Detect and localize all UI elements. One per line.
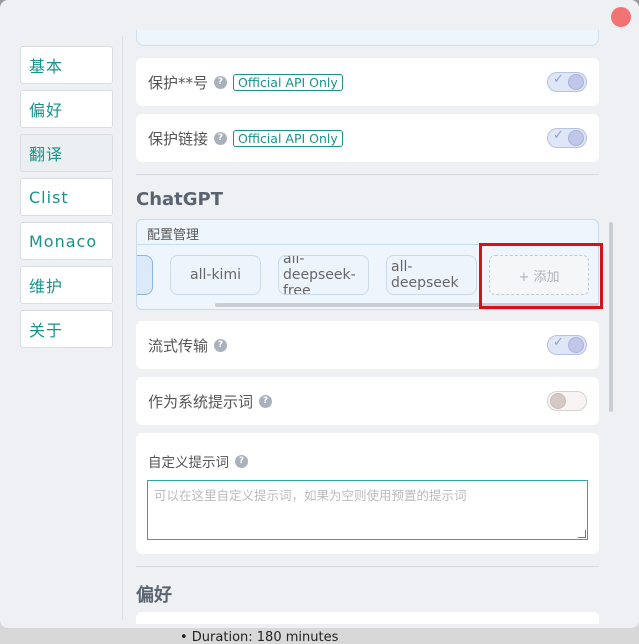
toggle-knob xyxy=(568,130,584,146)
question-circle-icon[interactable]: ? xyxy=(214,338,228,352)
model-card[interactable]: all-deepseek xyxy=(386,255,477,295)
check-icon: ✓ xyxy=(553,72,564,87)
section-divider xyxy=(136,566,599,567)
custom-prompt-card: 自定义提示词 ? 可以在这里自定义提示词，如果为空则使用预置的提示词 xyxy=(136,433,599,554)
toggle-knob xyxy=(568,337,584,353)
setting-row-protect-link: 保护链接 ? Official API Only ✓ xyxy=(136,114,599,162)
question-circle-icon[interactable]: ? xyxy=(214,75,228,89)
settings-main-panel: 保护**号 ? Official API Only ✓ 保护链接 ? Offic… xyxy=(136,0,599,628)
setting-row-system-prompt: 作为系统提示词 ? xyxy=(136,377,599,425)
sidebar-item-monaco[interactable]: Monaco xyxy=(20,222,113,260)
sidebar-nav: 基本 偏好 翻译 Clist Monaco 维护 关于 xyxy=(20,46,113,354)
sidebar-item-preferences[interactable]: 偏好 xyxy=(20,90,113,128)
config-management-title: 配置管理 xyxy=(147,228,200,243)
settings-window: 基本 偏好 翻译 Clist Monaco 维护 关于 保护**号 ? Offi… xyxy=(0,0,639,628)
setting-label: 作为系统提示词 xyxy=(148,392,254,411)
section-title-chatgpt: ChatGPT xyxy=(136,189,224,210)
protect-number-toggle[interactable]: ✓ xyxy=(547,72,587,92)
sidebar-item-maintenance[interactable]: 维护 xyxy=(20,266,113,304)
stream-toggle[interactable]: ✓ xyxy=(547,335,587,355)
sidebar-item-about[interactable]: 关于 xyxy=(20,310,113,348)
model-card[interactable]: all-kimi xyxy=(170,255,261,295)
close-icon[interactable] xyxy=(611,7,631,27)
setting-label: 保护链接 xyxy=(148,129,209,148)
sidebar-item-clist[interactable]: Clist xyxy=(20,178,113,216)
sidebar-item-translate[interactable]: 翻译 xyxy=(20,134,113,172)
check-icon: ✓ xyxy=(553,335,564,350)
previous-setting-card xyxy=(136,30,599,46)
official-api-badge: Official API Only xyxy=(233,73,343,91)
setting-row-stream: 流式传输 ? ✓ xyxy=(136,321,599,369)
setting-label: 流式传输 xyxy=(148,336,209,355)
question-circle-icon[interactable]: ? xyxy=(235,454,248,468)
setting-row-protect-number: 保护**号 ? Official API Only ✓ xyxy=(136,58,599,106)
toggle-knob xyxy=(568,74,584,90)
vertical-scrollbar[interactable] xyxy=(609,222,613,412)
highlight-box xyxy=(479,243,603,309)
setting-label: 自定义提示词 xyxy=(148,455,229,471)
official-api-badge: Official API Only xyxy=(233,129,343,147)
model-card[interactable]: all-deepseek-free xyxy=(278,255,369,295)
resize-handle-icon[interactable] xyxy=(578,530,586,538)
section-divider xyxy=(136,174,599,175)
question-circle-icon[interactable]: ? xyxy=(259,394,273,408)
question-circle-icon[interactable]: ? xyxy=(214,131,228,145)
protect-link-toggle[interactable]: ✓ xyxy=(547,128,587,148)
section-title-preferences: 偏好 xyxy=(136,585,172,606)
toggle-knob xyxy=(550,393,566,409)
setting-label: 保护**号 xyxy=(148,73,209,92)
system-prompt-toggle[interactable] xyxy=(547,391,587,411)
custom-prompt-textarea[interactable]: 可以在这里自定义提示词，如果为空则使用预置的提示词 xyxy=(147,480,588,540)
custom-prompt-label-row: 自定义提示词 ? xyxy=(148,451,248,471)
sidebar-item-basic[interactable]: 基本 xyxy=(20,46,113,84)
sidebar-divider xyxy=(122,36,123,620)
check-icon: ✓ xyxy=(553,128,564,143)
next-setting-card xyxy=(136,612,599,624)
model-card-partial[interactable] xyxy=(137,255,153,295)
background-page-text: • Duration: 180 minutes xyxy=(180,630,339,644)
